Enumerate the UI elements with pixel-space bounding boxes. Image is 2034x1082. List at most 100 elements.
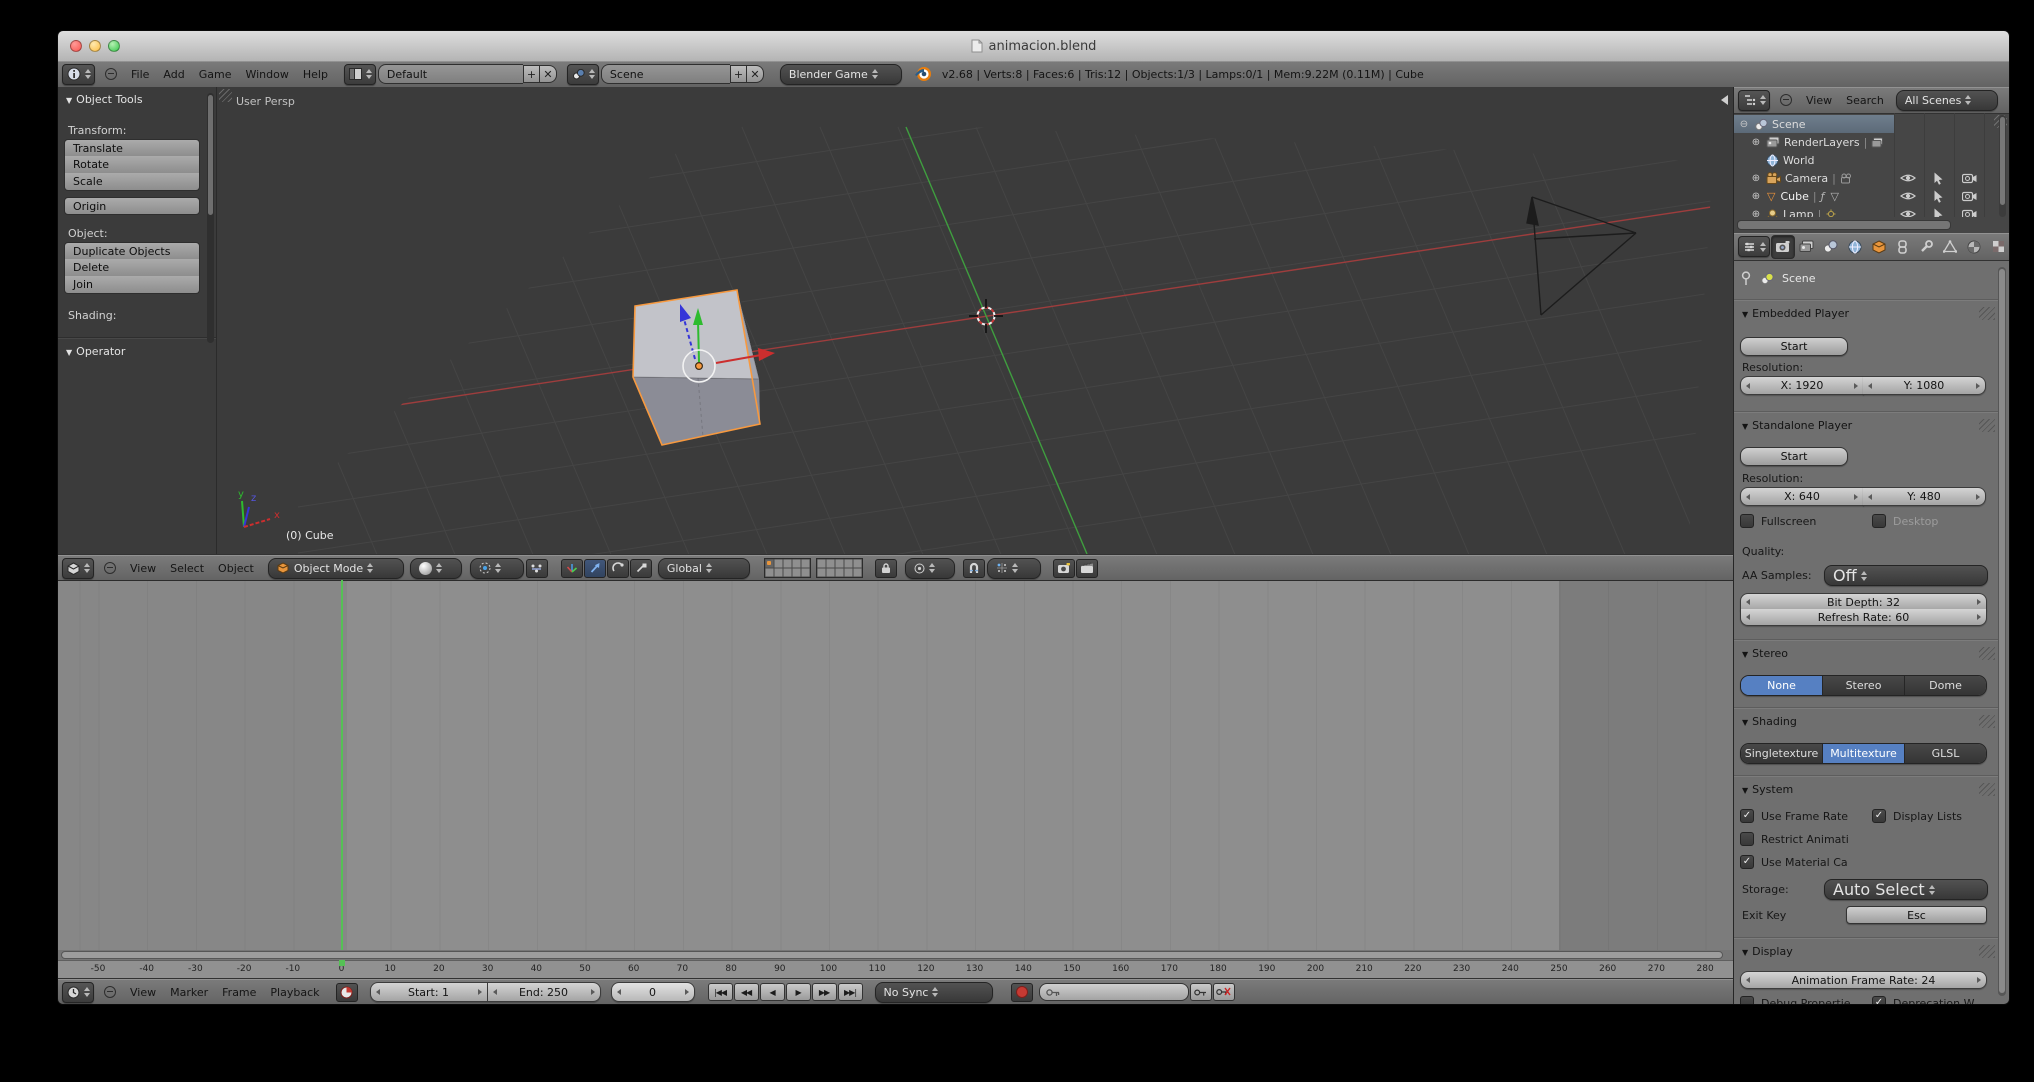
tab-object-data[interactable] xyxy=(1939,236,1961,258)
use-preview-range-toggle[interactable] xyxy=(336,983,358,1002)
menu-select[interactable]: Select xyxy=(170,562,204,575)
timeline-area[interactable] xyxy=(58,580,1733,951)
delete-layout-button[interactable]: ✕ xyxy=(540,65,557,83)
tab-texture[interactable] xyxy=(1987,236,2009,258)
desktop-checkbox[interactable]: Desktop xyxy=(1872,514,1938,528)
shading-panel-header[interactable]: ▼Shading xyxy=(1742,715,1797,728)
add-scene-button[interactable]: + xyxy=(730,65,747,83)
screen-layout-name-field[interactable]: Default xyxy=(378,64,523,84)
visibility-eye-icon[interactable] xyxy=(1900,190,1916,202)
frame-start-field[interactable]: Start: 1 xyxy=(370,982,488,1002)
join-button[interactable]: Join xyxy=(64,276,200,294)
operator-panel-header[interactable]: ▼Operator xyxy=(66,345,125,358)
debug-properties-checkbox[interactable]: Debug Propertie xyxy=(1740,996,1851,1004)
mode-dropdown[interactable]: Object Mode xyxy=(268,558,404,579)
menu-add[interactable]: Add xyxy=(163,68,184,81)
region-toggle-arrow[interactable] xyxy=(1721,95,1728,105)
shading-option-multitexture[interactable]: Multitexture xyxy=(1823,744,1905,763)
menu-object[interactable]: Object xyxy=(218,562,254,575)
embedded-res-y-field[interactable]: Y: 1080 xyxy=(1863,376,1986,395)
duplicate-objects-button[interactable]: Duplicate Objects xyxy=(64,242,200,260)
tab-render-layers[interactable] xyxy=(1796,236,1818,258)
menu-frame[interactable]: Frame xyxy=(222,986,256,999)
tab-modifiers[interactable] xyxy=(1915,236,1937,258)
restrict-animation-checkbox[interactable]: Restrict Animati xyxy=(1740,832,1849,846)
editor-type-button-view3d[interactable] xyxy=(62,558,94,579)
viewport-3d[interactable]: y z x User Persp (0) Cube ▼Object Tools … xyxy=(58,87,1733,554)
frame-end-field[interactable]: End: 250 xyxy=(488,982,601,1002)
editor-type-button-outliner[interactable] xyxy=(1738,90,1770,111)
outliner-row-cube[interactable]: ⊕ ▽ Cube | ƒ ▽ xyxy=(1734,187,2009,205)
insert-keyframe-button[interactable] xyxy=(1190,983,1212,1001)
renderability-camera-icon[interactable] xyxy=(1962,208,1977,217)
origin-button[interactable]: Origin xyxy=(64,197,200,215)
region-corner-grip[interactable] xyxy=(219,89,232,102)
menu-view[interactable]: View xyxy=(130,986,156,999)
menu-marker[interactable]: Marker xyxy=(170,986,208,999)
outliner-row-renderlayers[interactable]: ⊕ RenderLayers | xyxy=(1734,133,2009,151)
menu-playback[interactable]: Playback xyxy=(270,986,319,999)
renderability-camera-icon[interactable] xyxy=(1962,172,1977,184)
deprecation-warnings-checkbox[interactable]: Deprecation W xyxy=(1872,996,1975,1004)
translate-button[interactable]: Translate xyxy=(64,139,200,157)
manipulator-translate-toggle[interactable] xyxy=(584,559,606,578)
menu-file[interactable]: File xyxy=(131,68,149,81)
transform-orientation-dropdown[interactable]: Global xyxy=(658,558,750,579)
outliner-horizontal-scrollbar[interactable] xyxy=(1734,219,2009,230)
outliner-row-world[interactable]: World xyxy=(1734,151,2009,169)
storage-dropdown[interactable]: Auto Select xyxy=(1824,879,1988,900)
snap-element-dropdown[interactable] xyxy=(987,558,1041,579)
jump-to-end-button[interactable]: ▶▶| xyxy=(838,983,863,1001)
collapse-menus-icon[interactable] xyxy=(105,68,117,80)
screen-layout-selector-button[interactable] xyxy=(344,64,376,85)
viewport-shading-dropdown[interactable] xyxy=(410,558,462,579)
stereo-option-stereo[interactable]: Stereo xyxy=(1823,676,1905,695)
jump-to-start-button[interactable]: |◀◀ xyxy=(708,983,733,1001)
display-panel-header[interactable]: ▼Display xyxy=(1742,945,1793,958)
embedded-player-panel-header[interactable]: ▼Embedded Player xyxy=(1742,307,1849,320)
proportional-edit-dropdown[interactable] xyxy=(905,558,955,579)
scene-selector-button[interactable] xyxy=(567,64,599,85)
editor-type-button-properties[interactable] xyxy=(1738,236,1770,257)
collapse-menus-icon[interactable] xyxy=(1780,94,1792,106)
selectability-cursor-icon[interactable] xyxy=(1933,190,1944,203)
tool-shelf-scrollbar[interactable] xyxy=(207,93,214,343)
display-lists-checkbox[interactable]: Display Lists xyxy=(1872,809,1962,823)
scene-name-field[interactable]: Scene xyxy=(601,64,730,84)
tab-material[interactable] xyxy=(1963,236,1985,258)
aa-samples-dropdown[interactable]: Off xyxy=(1824,565,1988,586)
layers-grid-1[interactable] xyxy=(764,558,811,578)
layers-grid-2[interactable] xyxy=(816,558,863,578)
delete-keyframe-button[interactable] xyxy=(1213,983,1235,1001)
visibility-eye-icon[interactable] xyxy=(1900,172,1916,184)
delete-button[interactable]: Delete xyxy=(64,259,200,277)
menu-view[interactable]: View xyxy=(130,562,156,575)
editor-type-button-timeline[interactable] xyxy=(62,982,94,1003)
system-panel-header[interactable]: ▼System xyxy=(1742,783,1793,796)
pivot-point-dropdown[interactable] xyxy=(470,558,524,579)
stereo-panel-header[interactable]: ▼Stereo xyxy=(1742,647,1788,660)
opengl-render-anim-button[interactable] xyxy=(1076,559,1098,578)
fullscreen-checkbox[interactable]: Fullscreen xyxy=(1740,514,1816,528)
next-keyframe-button[interactable]: ▶▶ xyxy=(812,983,837,1001)
standalone-player-panel-header[interactable]: ▼Standalone Player xyxy=(1742,419,1852,432)
pivot-align-toggle[interactable] xyxy=(526,559,548,578)
play-button[interactable]: ▶ xyxy=(786,983,811,1001)
use-material-caching-checkbox[interactable]: Use Material Ca xyxy=(1740,855,1848,869)
refresh-rate-field[interactable]: Refresh Rate: 60 xyxy=(1740,609,1987,626)
animation-frame-rate-field[interactable]: Animation Frame Rate: 24 xyxy=(1740,971,1987,989)
visibility-eye-icon[interactable] xyxy=(1900,208,1916,217)
auto-keyframe-record-button[interactable] xyxy=(1011,983,1033,1002)
pin-icon[interactable] xyxy=(1740,271,1752,286)
render-engine-dropdown[interactable]: Blender Game xyxy=(780,64,902,85)
menu-view[interactable]: View xyxy=(1806,94,1832,107)
editor-type-button-info[interactable] xyxy=(62,64,95,85)
object-tools-panel-header[interactable]: ▼Object Tools xyxy=(66,93,143,106)
snap-toggle[interactable] xyxy=(963,559,985,578)
menu-search[interactable]: Search xyxy=(1846,94,1884,107)
outliner-row-scene[interactable]: ⊖ Scene xyxy=(1734,115,2009,133)
lock-to-scene-toggle[interactable] xyxy=(875,559,897,578)
menu-window[interactable]: Window xyxy=(245,68,288,81)
embedded-res-x-field[interactable]: X: 1920 xyxy=(1740,376,1864,395)
renderability-camera-icon[interactable] xyxy=(1962,190,1977,202)
